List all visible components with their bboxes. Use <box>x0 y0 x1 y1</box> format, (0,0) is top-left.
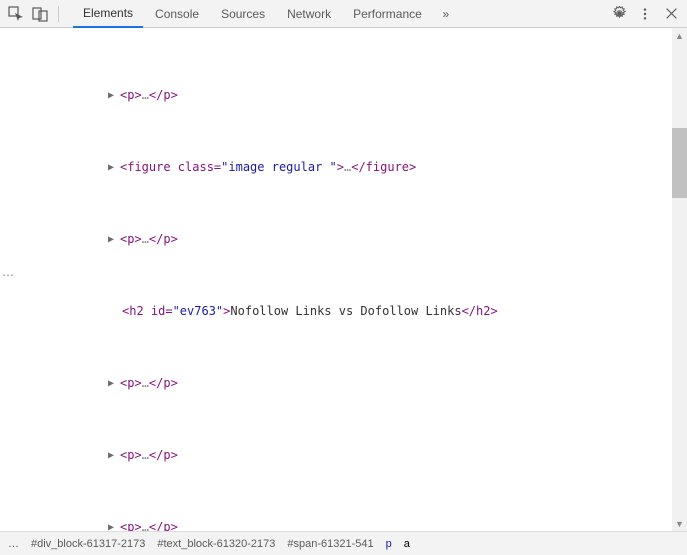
tag-p-close: </p> <box>149 520 178 531</box>
attr-id: "ev763" <box>173 304 224 318</box>
ellipsis: … <box>142 448 149 462</box>
tag-p-close: </p> <box>149 232 178 246</box>
ellipsis: … <box>142 520 149 531</box>
tab-elements[interactable]: Elements <box>73 0 143 28</box>
scrollbar-down-icon[interactable]: ▼ <box>672 516 687 531</box>
breadcrumb: … #div_block-61317-2173 #text_block-6132… <box>0 531 687 555</box>
toolbar-separator <box>58 6 59 22</box>
text-node[interactable]: Nofollow Links vs Dofollow Links <box>230 304 461 318</box>
breadcrumb-item-p[interactable]: p <box>386 538 392 550</box>
devtools-tabs: Elements Console Sources Network Perform… <box>73 0 607 28</box>
expand-arrow-icon[interactable]: ▶ <box>108 520 114 531</box>
expand-arrow-icon[interactable]: ▶ <box>108 232 114 247</box>
tag-p[interactable]: <p> <box>120 448 142 462</box>
settings-icon[interactable] <box>607 2 631 26</box>
kebab-menu-icon[interactable] <box>633 2 657 26</box>
tag-p[interactable]: <p> <box>120 376 142 390</box>
breadcrumb-item-a[interactable]: a <box>404 538 410 550</box>
tag-h2-close: </h2> <box>462 304 498 318</box>
breadcrumb-ellipsis[interactable]: … <box>8 538 19 550</box>
tag-p-close: </p> <box>149 88 178 102</box>
breadcrumb-item[interactable]: #span-61321-541 <box>287 538 373 550</box>
scrollbar-vertical[interactable]: ▲ ▼ <box>672 28 687 531</box>
tag-p[interactable]: <p> <box>120 88 142 102</box>
tag-p[interactable]: <p> <box>120 520 142 531</box>
tag-figure[interactable]: <figure class= <box>120 160 221 174</box>
scrollbar-up-icon[interactable]: ▲ <box>672 28 687 43</box>
tab-network[interactable]: Network <box>277 0 341 28</box>
ellipsis: … <box>142 376 149 390</box>
expand-arrow-icon[interactable]: ▶ <box>108 448 114 463</box>
tag-p[interactable]: <p> <box>120 232 142 246</box>
tab-console[interactable]: Console <box>145 0 209 28</box>
tab-sources[interactable]: Sources <box>211 0 275 28</box>
devtools-toolbar: Elements Console Sources Network Perform… <box>0 0 687 28</box>
inspect-icon[interactable] <box>4 2 28 26</box>
tag-p-close: </p> <box>149 376 178 390</box>
tag-figure-close: </figure> <box>351 160 416 174</box>
elements-tree-panel: ⋯ ▶<p>…</p> ▶<figure class="image regula… <box>0 28 687 531</box>
scrollbar-thumb[interactable] <box>672 128 687 198</box>
expand-arrow-icon[interactable]: ▶ <box>108 88 114 103</box>
breadcrumb-item[interactable]: #div_block-61317-2173 <box>31 538 145 550</box>
tag-p-close: </p> <box>149 448 178 462</box>
expand-arrow-icon[interactable]: ▶ <box>108 376 114 391</box>
tab-performance[interactable]: Performance <box>343 0 432 28</box>
dom-tree[interactable]: ▶<p>…</p> ▶<figure class="image regular … <box>0 28 687 531</box>
breadcrumb-item[interactable]: #text_block-61320-2173 <box>157 538 275 550</box>
attr-class: "image regular " <box>221 160 337 174</box>
gutter-ellipsis-icon[interactable]: ⋯ <box>2 268 14 282</box>
device-toggle-icon[interactable] <box>28 2 52 26</box>
more-tabs-icon[interactable]: » <box>434 2 458 26</box>
tag-h2[interactable]: <h2 id= <box>122 304 173 318</box>
expand-arrow-icon[interactable]: ▶ <box>108 160 114 175</box>
tag-close-bracket: > <box>337 160 344 174</box>
ellipsis: … <box>142 88 149 102</box>
ellipsis: … <box>142 232 149 246</box>
close-devtools-icon[interactable] <box>659 2 683 26</box>
